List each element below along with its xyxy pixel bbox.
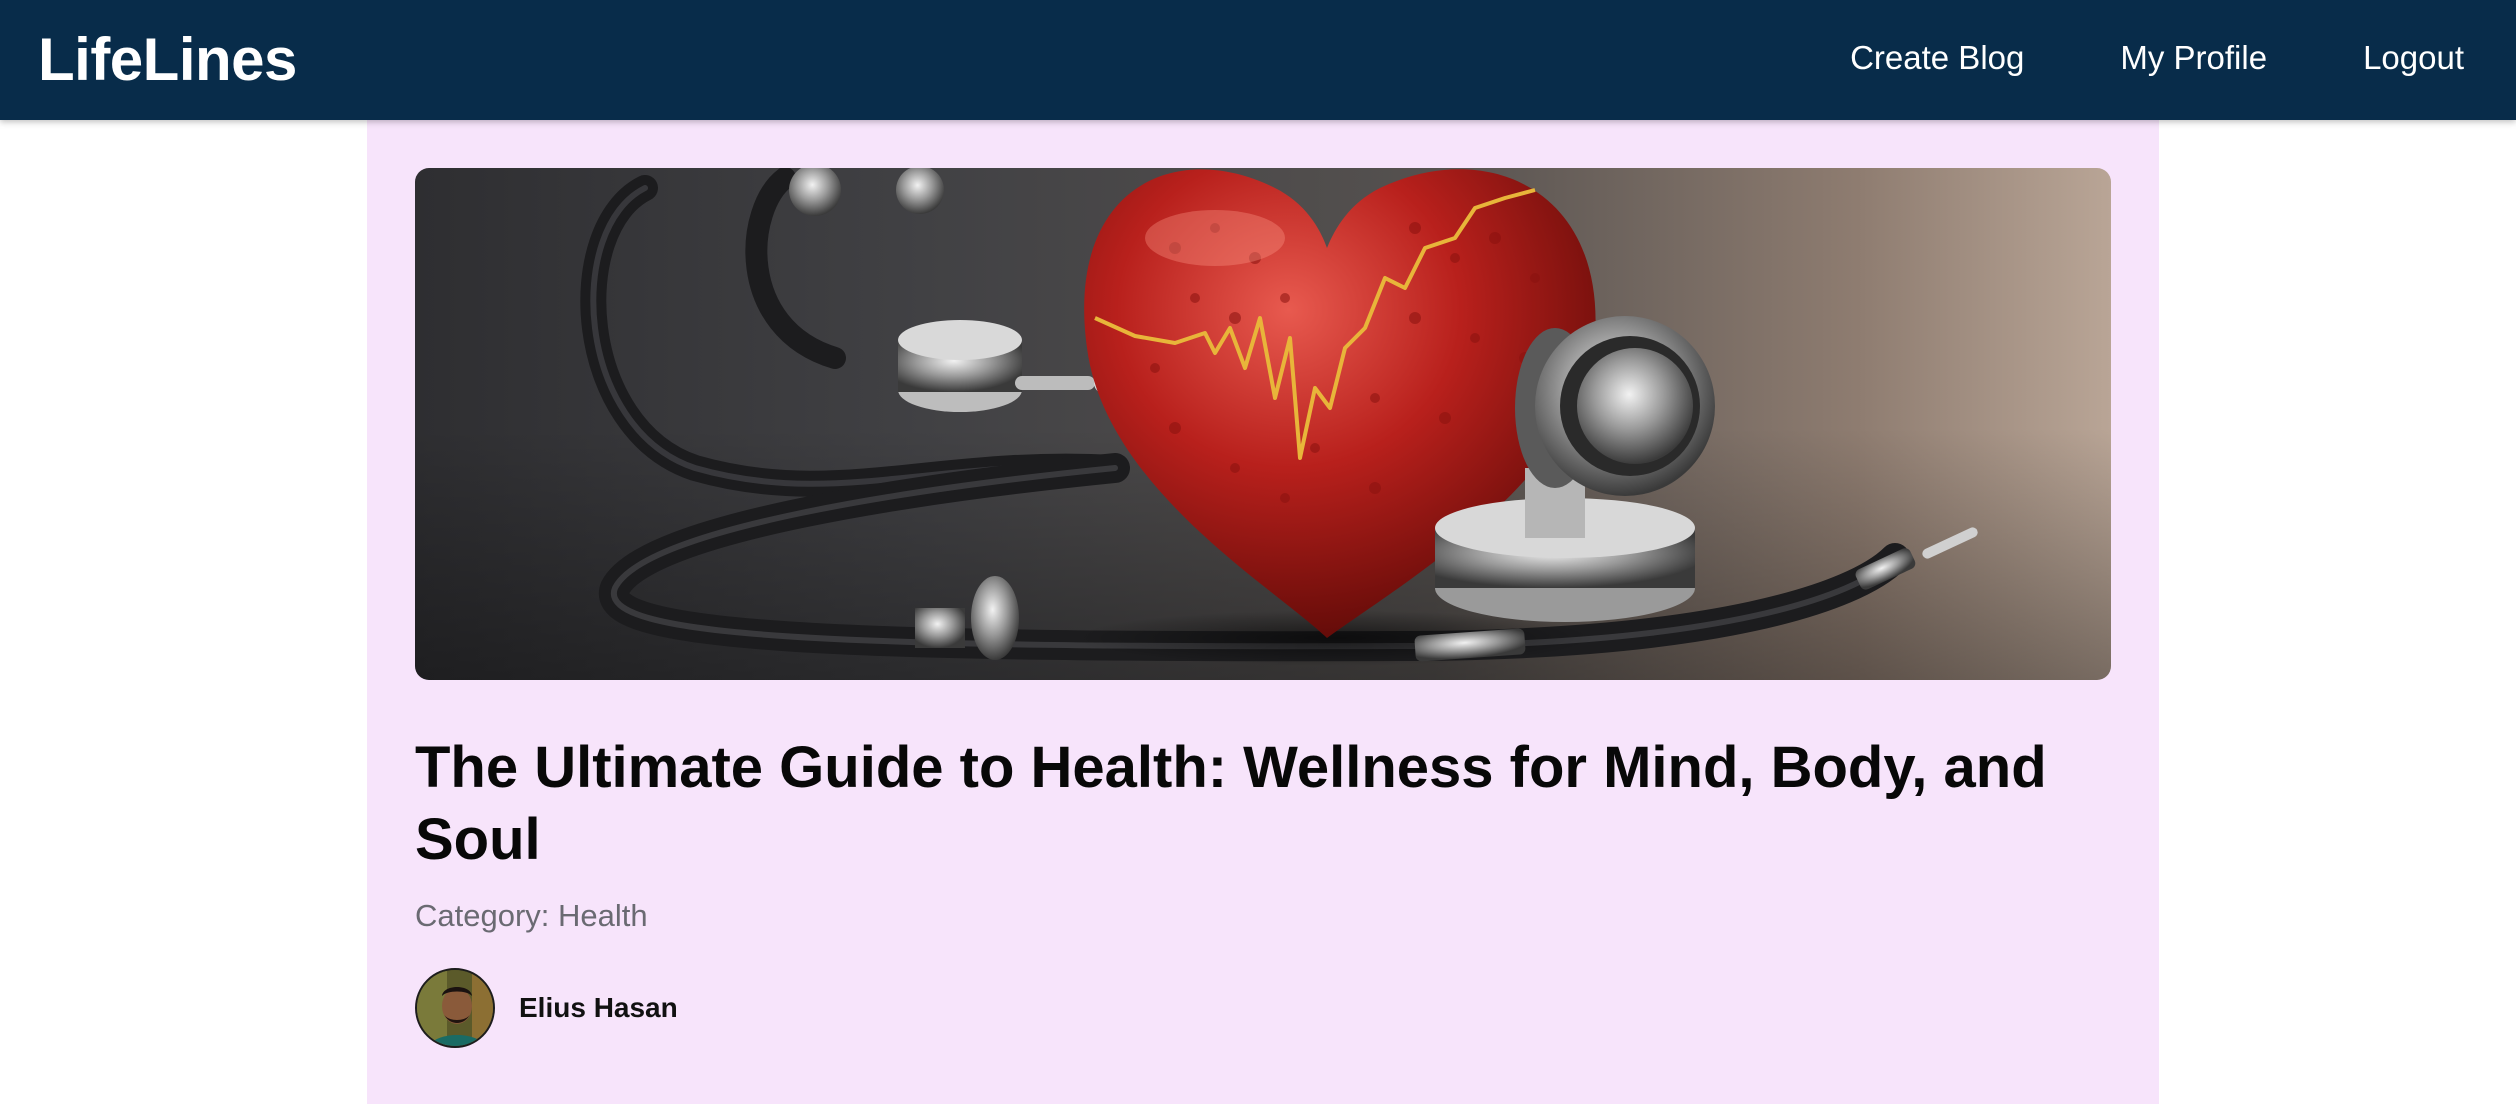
create-blog-link[interactable]: Create Blog [1850, 36, 2024, 80]
category-label: Category: [415, 898, 550, 933]
post-category: Category: Health [415, 896, 648, 936]
brand-logo-link[interactable]: LifeLines [38, 26, 297, 94]
my-profile-link[interactable]: My Profile [2120, 36, 2267, 80]
author-name[interactable]: Elius Hasan [519, 990, 678, 1026]
heart-stethoscope-image [415, 168, 2111, 680]
post-title: The Ultimate Guide to Health: Wellness f… [415, 735, 2047, 872]
blog-post-card: The Ultimate Guide to Health: Wellness f… [367, 120, 2159, 1104]
post-author: Elius Hasan [415, 968, 678, 1048]
post-hero-image [415, 168, 2111, 680]
author-avatar-photo [417, 970, 493, 1046]
nav-links: Create Blog My Profile Logout [1850, 36, 2464, 80]
category-value: Health [558, 898, 648, 933]
top-navbar: LifeLines Create Blog My Profile Logout [0, 0, 2516, 120]
author-avatar[interactable] [415, 968, 495, 1048]
logout-link[interactable]: Logout [2363, 36, 2464, 80]
